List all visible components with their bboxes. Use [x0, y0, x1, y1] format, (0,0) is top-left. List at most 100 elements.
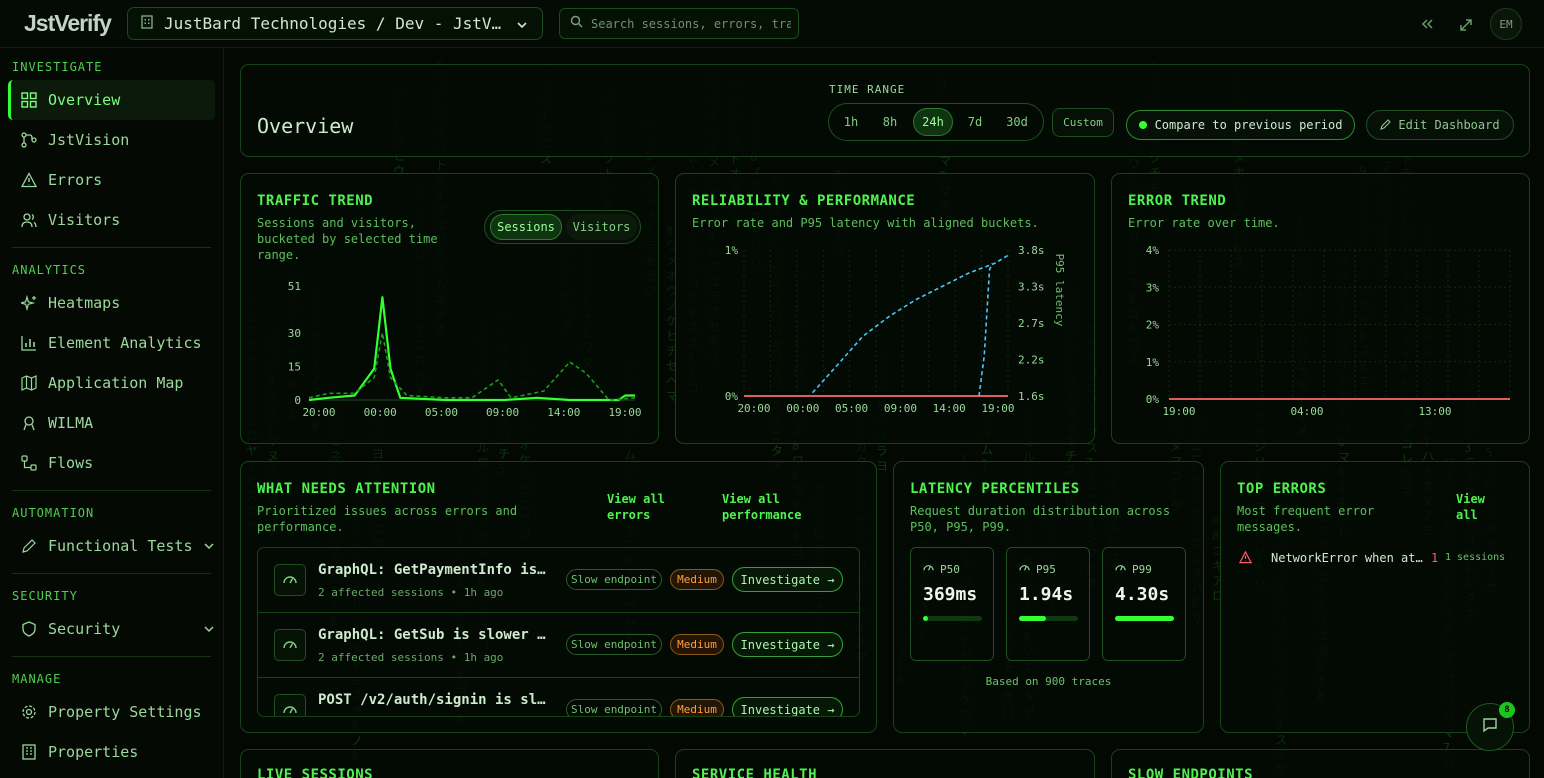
sidebar-item-functional-tests[interactable]: Functional Tests: [8, 526, 215, 566]
investigate-button[interactable]: Investigate →: [732, 567, 843, 592]
matrix-glyph: フ: [1380, 159, 1392, 173]
view-all-errors-link[interactable]: View all errors: [607, 491, 665, 523]
card-subtitle: Sessions and visitors,: [257, 216, 416, 230]
percentile-value: 1.94s: [1019, 584, 1074, 605]
project-name: JustBard Technologies / Dev - JstVerify: [164, 14, 504, 33]
x-tick-label: 14:00: [547, 406, 580, 419]
percentile-bar-fill: [1019, 616, 1046, 621]
card-subtitle: Error rate over time.: [1128, 216, 1280, 230]
sidebar-item-wilma[interactable]: WILMA: [8, 403, 215, 443]
range-1h[interactable]: 1h: [833, 108, 869, 136]
percentile-label: P50: [923, 562, 960, 576]
chat-icon: [1482, 717, 1498, 737]
matrix-glyph: チ: [939, 60, 951, 63]
shield-icon: [20, 620, 38, 638]
status-dot: [1138, 121, 1147, 129]
toggle-sessions[interactable]: Sessions: [490, 214, 562, 240]
card-subtitle: messages.: [1237, 520, 1303, 534]
matrix-glyph: 8: [666, 224, 673, 238]
sidebar-item-jstvision[interactable]: JstVision: [8, 120, 215, 160]
y-tick-label-left: 1%: [725, 244, 739, 257]
range-8h[interactable]: 8h: [872, 108, 908, 136]
percentile-p50: P50 369ms: [910, 547, 994, 661]
collapse-double-chevron-icon[interactable]: [1420, 14, 1434, 38]
sidebar-item-visitors[interactable]: Visitors: [8, 200, 215, 240]
pencil-icon: [20, 537, 38, 555]
sidebar-section-analytics: ANALYTICS: [12, 263, 87, 277]
card-title: LIVE SESSIONS: [257, 767, 374, 778]
attention-row[interactable]: GraphQL: GetSub is slower than usual 2 a…: [258, 613, 859, 678]
y-tick-label: 3%: [1146, 281, 1160, 294]
toggle-visitors[interactable]: Visitors: [566, 214, 637, 240]
attention-row[interactable]: POST /v2/auth/signin is slower than usua…: [258, 678, 859, 716]
card-title: TRAFFIC TREND: [257, 193, 374, 209]
range-24h[interactable]: 24h: [913, 108, 953, 136]
sidebar-item-label: Overview: [48, 91, 121, 109]
x-tick-label: 00:00: [364, 406, 397, 419]
link-line: View all: [722, 492, 780, 506]
sidebar-item-security[interactable]: Security: [8, 609, 215, 649]
search-box[interactable]: [559, 8, 799, 39]
range-7d[interactable]: 7d: [957, 108, 993, 136]
y-tick-label: 30: [288, 327, 301, 340]
chevron-down-icon: [516, 16, 528, 35]
error-trend-chart: 0% 1% 2% 3% 4% 19:00 04:00 13:00: [1146, 244, 1511, 418]
user-avatar[interactable]: EM: [1490, 8, 1522, 40]
edit-dashboard-button[interactable]: Edit Dashboard: [1366, 110, 1514, 140]
sidebar-divider: [12, 656, 211, 657]
sidebar: INVESTIGATE Overview JstVision Errors Vi…: [0, 48, 224, 778]
expand-icon[interactable]: [1459, 14, 1473, 38]
top-bar: JstVerify JustBard Technologies / Dev - …: [0, 0, 1544, 48]
x-tick-label: 14:00: [933, 402, 966, 415]
search-input[interactable]: [591, 16, 791, 31]
card-title: WHAT NEEDS ATTENTION: [257, 481, 436, 497]
card-title: TOP ERRORS: [1237, 481, 1327, 497]
sidebar-item-element-analytics[interactable]: Element Analytics: [8, 323, 215, 363]
error-list-item[interactable]: NetworkError when attempting to fetch re…: [1237, 549, 1517, 569]
severity-badge: Medium: [670, 699, 724, 716]
sidebar-item-label: Element Analytics: [48, 334, 202, 352]
view-all-errors-link[interactable]: View all: [1456, 491, 1485, 523]
gauge-icon: [274, 629, 306, 661]
issue-meta: 2 affected sessions • 1h ago: [318, 586, 504, 599]
sidebar-item-heatmaps[interactable]: Heatmaps: [8, 283, 215, 323]
flow-icon: [20, 454, 38, 472]
grid-icon: [20, 91, 38, 109]
percentile-bar: [923, 616, 982, 621]
sidebar-item-errors[interactable]: Errors: [8, 160, 215, 200]
app-logo[interactable]: JstVerify: [24, 10, 112, 37]
view-all-performance-link[interactable]: View all performance: [722, 491, 801, 523]
custom-range-button[interactable]: Custom: [1052, 108, 1114, 137]
card-title: SERVICE HEALTH: [692, 767, 818, 778]
matrix-glyph: ム: [624, 448, 636, 462]
sidebar-item-property-settings[interactable]: Property Settings: [8, 692, 215, 732]
matrix-glyph: 0: [1212, 514, 1219, 528]
card-subtitle: P50, P95, P99.: [910, 520, 1012, 534]
live-sessions-card: LIVE SESSIONS: [240, 749, 659, 778]
users-icon: [20, 211, 38, 229]
matrix-glyph: ヤ: [687, 156, 699, 170]
compare-toggle[interactable]: Compare to previous period: [1126, 110, 1355, 140]
warning-icon: [20, 171, 38, 189]
matrix-glyph: ム: [981, 443, 993, 457]
percentile-name: P95: [1036, 562, 1056, 576]
investigate-button[interactable]: Investigate →: [732, 697, 843, 716]
gauge-icon: [1019, 562, 1030, 576]
project-selector[interactable]: JustBard Technologies / Dev - JstVerify: [127, 7, 543, 40]
search-icon: [570, 15, 583, 32]
percentile-bar: [1115, 616, 1174, 621]
sidebar-item-flows[interactable]: Flows: [8, 443, 215, 483]
sidebar-item-application-map[interactable]: Application Map: [8, 363, 215, 403]
investigate-button[interactable]: Investigate →: [732, 632, 843, 657]
attention-row[interactable]: GraphQL: GetPaymentInfo is slower than u…: [258, 548, 859, 613]
error-trend-card: ERROR TREND Error rate over time. 0% 1% 2%…: [1111, 173, 1530, 444]
pencil-icon: [1380, 118, 1392, 133]
matrix-glyph: ト: [435, 158, 447, 172]
sidebar-item-overview[interactable]: Overview: [8, 80, 215, 120]
error-sessions: 1 sessions: [1445, 552, 1506, 563]
link-line: performance: [722, 508, 802, 522]
sidebar-item-properties[interactable]: Properties: [8, 732, 215, 772]
x-tick-label: 20:00: [737, 402, 770, 415]
x-tick-label: 09:00: [884, 402, 917, 415]
range-30d[interactable]: 30d: [997, 108, 1037, 136]
